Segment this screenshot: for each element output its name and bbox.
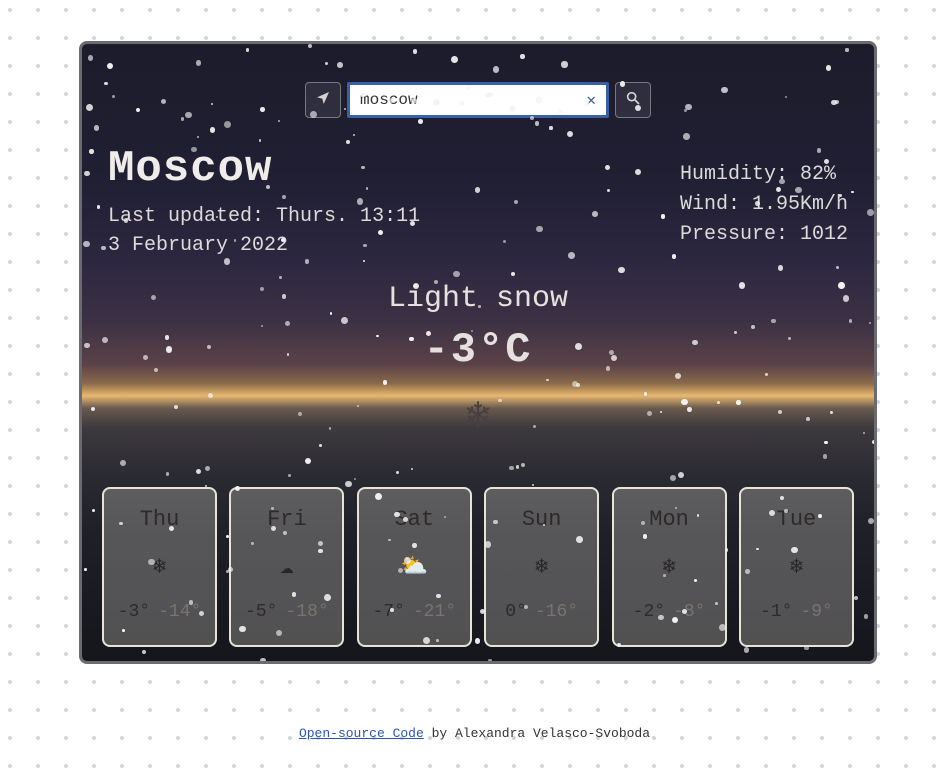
search-button[interactable] [615,82,651,118]
footer: Open-source Code by Alexandra Velasco-Sv… [0,726,949,741]
snowflake-icon: ❄ [662,554,675,580]
condition-text: Light snow [82,282,874,316]
forecast-day: Sun [522,507,562,532]
forecast-row: Thu❄-3°-14°Fri☁-5°-18°Sat⛅-7°-21°Sun❄0°-… [82,487,874,647]
forecast-hi: -5° [245,602,277,622]
forecast-card[interactable]: Sun ❄ 0° -16° [484,487,599,647]
partly-cloudy-icon: ⛅ [401,554,428,580]
cloud-icon: ☁ [280,554,293,580]
clear-search-button[interactable]: ✕ [586,90,596,110]
forecast-day: Thu [140,507,180,532]
forecast-lo: -14° [158,602,201,622]
forecast-card[interactable]: Tue ❄ -1° -9° [739,487,854,647]
wind-row: Wind: 1.95Km/h [680,190,848,220]
forecast-lo: -8° [673,602,705,622]
snowflake-icon: ❄ [535,554,548,580]
weather-card: ✕ Moscow Last updated: Thurs. 13:11 3 Fe… [79,41,877,664]
forecast-lo: -18° [285,602,328,622]
footer-author: by Alexandra Velasco-Svoboda [424,726,650,741]
forecast-day: Fri [267,507,307,532]
pressure-value: 1012 [800,223,848,246]
forecast-hi: -1° [760,602,792,622]
current-temp: -3°C [82,326,874,374]
forecast-card[interactable]: Thu ❄ -3° -14° [102,487,217,647]
snowflake-icon: ❄ [153,554,166,580]
location-arrow-icon [315,90,331,111]
forecast-day: Tue [777,507,817,532]
last-updated-value: Thurs. 13:11 [276,205,420,228]
forecast-day: Mon [649,507,689,532]
snowflake-icon: ❄ [82,392,874,441]
last-updated-line: Last updated: Thurs. 13:11 [108,202,420,231]
forecast-hi: -3° [118,602,150,622]
forecast-hi: -7° [372,602,404,622]
search-icon [625,90,641,111]
last-updated-label: Last updated: [108,205,264,228]
current-block: Light snow -3°C ❄ [82,282,874,441]
search-field-wrap[interactable]: ✕ [347,82,609,118]
pressure-row: Pressure: 1012 [680,220,848,250]
forecast-hi: -2° [633,602,665,622]
forecast-lo: -9° [800,602,832,622]
city-name: Moscow [108,144,420,194]
forecast-lo: -16° [535,602,578,622]
forecast-day: Sat [394,507,434,532]
humidity-value: 82% [800,163,836,186]
snowflake-icon: ❄ [790,554,803,580]
locate-button[interactable] [305,82,341,118]
header-row: Moscow Last updated: Thurs. 13:11 3 Febr… [82,118,874,260]
forecast-card[interactable]: Sat ⛅ -7° -21° [357,487,472,647]
wind-value: 1.95Km/h [752,193,848,216]
search-row: ✕ [82,44,874,118]
search-input[interactable] [360,91,586,109]
forecast-hi: 0° [505,602,527,622]
humidity-row: Humidity: 82% [680,160,848,190]
forecast-lo: -21° [413,602,456,622]
date-line: 3 February 2022 [108,231,420,260]
forecast-card[interactable]: Fri ☁ -5° -18° [229,487,344,647]
open-source-link[interactable]: Open-source Code [299,726,424,741]
forecast-card[interactable]: Mon ❄ -2° -8° [612,487,727,647]
